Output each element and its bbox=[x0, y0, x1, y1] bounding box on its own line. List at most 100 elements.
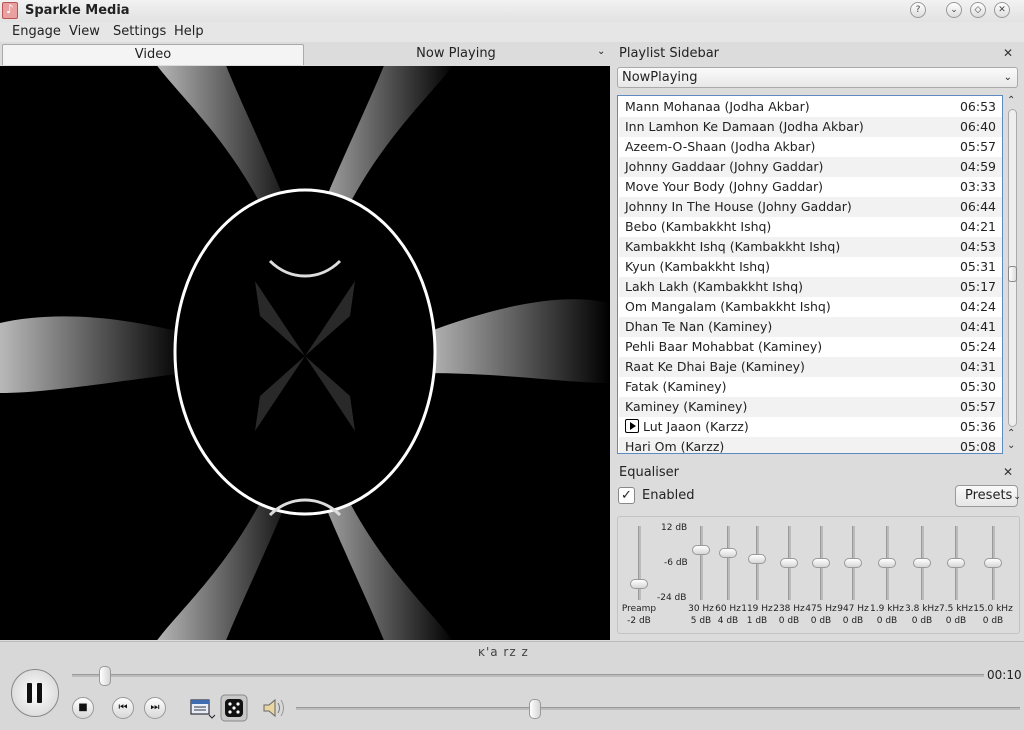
track-duration: 06:53 bbox=[959, 99, 996, 114]
menu-settings[interactable]: Settings bbox=[113, 24, 166, 39]
band-slider-handle[interactable] bbox=[719, 548, 737, 558]
band-slider-handle[interactable] bbox=[913, 558, 931, 568]
close-equaliser-icon[interactable]: ✕ bbox=[1003, 465, 1013, 479]
help-icon[interactable]: ? bbox=[910, 2, 926, 18]
track-duration: 05:36 bbox=[959, 419, 996, 434]
track-row-now-playing[interactable]: Lut Jaaon (Karzz) 05:36 bbox=[619, 417, 1002, 437]
track-duration: 04:24 bbox=[959, 299, 996, 314]
track-duration: 06:44 bbox=[959, 199, 996, 214]
track-row[interactable]: Raat Ke Dhai Baje (Kaminey) 04:31 bbox=[619, 357, 1002, 377]
track-duration: 05:31 bbox=[959, 259, 996, 274]
position-slider-handle[interactable] bbox=[99, 666, 111, 686]
track-duration: 04:59 bbox=[959, 159, 996, 174]
preamp-gain: -2 dB bbox=[627, 616, 651, 626]
equaliser-enabled-checkbox[interactable]: ✓ bbox=[618, 487, 635, 504]
track-duration: 05:57 bbox=[959, 399, 996, 414]
scrollbar-thumb[interactable] bbox=[1008, 266, 1017, 282]
position-slider[interactable] bbox=[72, 674, 984, 677]
video-visualization[interactable] bbox=[0, 66, 610, 640]
menu-engage[interactable]: Engage bbox=[12, 24, 61, 39]
track-row[interactable]: Bebo (Kambakkht Ishq) 04:21 bbox=[619, 217, 1002, 237]
track-title: Johnny Gaddaar (Johny Gaddar) bbox=[625, 159, 824, 174]
track-title: Fatak (Kaminey) bbox=[625, 379, 727, 394]
track-row[interactable]: Dhan Te Nan (Kaminey) 04:41 bbox=[619, 317, 1002, 337]
shuffle-dice-icon[interactable] bbox=[220, 694, 248, 725]
track-row[interactable]: Hari Om (Karzz) 05:08 bbox=[619, 437, 1002, 454]
track-duration: 06:40 bbox=[959, 119, 996, 134]
track-title: Dhan Te Nan (Kaminey) bbox=[625, 319, 773, 334]
scroll-up-icon[interactable]: ⌃ bbox=[1007, 95, 1015, 106]
track-row[interactable]: Kaminey (Kaminey) 05:57 bbox=[619, 397, 1002, 417]
band-frequency-label: 15.0 kHz bbox=[973, 604, 1013, 614]
volume-icon[interactable] bbox=[262, 697, 286, 722]
track-row[interactable]: Mann Mohanaa (Jodha Akbar) 06:53 bbox=[619, 97, 1002, 117]
track-duration: 05:08 bbox=[959, 439, 996, 454]
next-button[interactable]: ⏭ bbox=[144, 697, 166, 719]
equaliser-title: Equaliser bbox=[619, 465, 680, 480]
menu-view[interactable]: View bbox=[69, 24, 100, 39]
track-duration: 05:17 bbox=[959, 279, 996, 294]
band-slider-track[interactable] bbox=[700, 526, 703, 600]
window-title: Sparkle Media bbox=[25, 3, 130, 18]
band-slider-handle[interactable] bbox=[780, 558, 798, 568]
track-row[interactable]: Pehli Baar Mohabbat (Kaminey) 05:24 bbox=[619, 337, 1002, 357]
previous-button[interactable]: ⏮ bbox=[112, 697, 134, 719]
track-row[interactable]: Om Mangalam (Kambakkht Ishq) 04:24 bbox=[619, 297, 1002, 317]
band-slider-handle[interactable] bbox=[692, 545, 710, 555]
track-row[interactable]: Inn Lamhon Ke Damaan (Jodha Akbar) 06:40 bbox=[619, 117, 1002, 137]
scale-bottom-label: -24 dB bbox=[657, 593, 687, 603]
band-slider-handle[interactable] bbox=[984, 558, 1002, 568]
stop-button[interactable]: ■ bbox=[72, 697, 94, 719]
volume-slider-handle[interactable] bbox=[529, 699, 541, 719]
track-title: Om Mangalam (Kambakkht Ishq) bbox=[625, 299, 831, 314]
track-row[interactable]: Move Your Body (Johny Gaddar) 03:33 bbox=[619, 177, 1002, 197]
band-slider-handle[interactable] bbox=[748, 554, 766, 564]
track-duration: 04:53 bbox=[959, 239, 996, 254]
maximize-icon[interactable]: ◇ bbox=[970, 2, 986, 18]
playlist-toggle-icon[interactable] bbox=[190, 696, 216, 723]
track-row[interactable]: Johnny In The House (Johny Gaddar) 06:44 bbox=[619, 197, 1002, 217]
band-gain-label: 0 dB bbox=[982, 616, 1004, 626]
elapsed-time: 00:10 bbox=[987, 668, 1022, 682]
scale-mid-label: -6 dB bbox=[664, 558, 688, 568]
scroll-up-icon[interactable]: ⌃ bbox=[1007, 428, 1015, 439]
track-title: Hari Om (Karzz) bbox=[625, 439, 725, 454]
now-playing-icon bbox=[625, 419, 639, 433]
track-row[interactable]: Johnny Gaddaar (Johny Gaddar) 04:59 bbox=[619, 157, 1002, 177]
track-title: Bebo (Kambakkht Ishq) bbox=[625, 219, 772, 234]
tabs-chevron-down-icon[interactable]: ⌄ bbox=[597, 46, 605, 57]
close-playlist-icon[interactable]: ✕ bbox=[1003, 46, 1013, 60]
pause-button[interactable] bbox=[11, 669, 59, 717]
track-row[interactable]: Azeem-O-Shaan (Jodha Akbar) 05:57 bbox=[619, 137, 1002, 157]
band-slider-handle[interactable] bbox=[878, 558, 896, 568]
tab-video[interactable]: Video bbox=[2, 44, 304, 65]
close-window-icon[interactable]: ✕ bbox=[994, 2, 1010, 18]
track-title: Kambakkht Ishq (Kambakkht Ishq) bbox=[625, 239, 841, 254]
band-slider-handle[interactable] bbox=[812, 558, 830, 568]
scroll-down-icon[interactable]: ⌄ bbox=[1007, 440, 1015, 451]
playlist-select[interactable]: NowPlaying ⌄ bbox=[617, 67, 1018, 88]
presets-button[interactable]: Presets⌄ bbox=[955, 485, 1021, 507]
preamp-slider-handle[interactable] bbox=[630, 579, 648, 589]
band-slider-handle[interactable] bbox=[947, 558, 965, 568]
track-title: Kaminey (Kaminey) bbox=[625, 399, 748, 414]
visualization-graphic bbox=[0, 66, 610, 640]
scale-top-label: 12 dB bbox=[661, 523, 688, 533]
track-row[interactable]: Kambakkht Ishq (Kambakkht Ishq) 04:53 bbox=[619, 237, 1002, 257]
track-row[interactable]: Kyun (Kambakkht Ishq) 05:31 bbox=[619, 257, 1002, 277]
track-title: Kyun (Kambakkht Ishq) bbox=[625, 259, 770, 274]
tab-now-playing[interactable]: Now Playing bbox=[304, 44, 608, 65]
playlist-scrollbar[interactable]: ⌃ ⌃ ⌄ bbox=[1005, 95, 1019, 454]
menu-help[interactable]: Help bbox=[174, 24, 204, 39]
track-title: Lakh Lakh (Kambakkht Ishq) bbox=[625, 279, 804, 294]
volume-slider[interactable] bbox=[296, 707, 1020, 710]
minimize-icon[interactable]: ⌄ bbox=[946, 2, 962, 18]
band-slider-track[interactable] bbox=[727, 526, 730, 600]
scrollbar-track[interactable] bbox=[1008, 109, 1017, 427]
track-row[interactable]: Lakh Lakh (Kambakkht Ishq) 05:17 bbox=[619, 277, 1002, 297]
track-row[interactable]: Fatak (Kaminey) 05:30 bbox=[619, 377, 1002, 397]
playlist[interactable]: Mann Mohanaa (Jodha Akbar) 06:53 Inn Lamh… bbox=[617, 95, 1003, 454]
track-duration: 04:31 bbox=[959, 359, 996, 374]
track-duration: 05:30 bbox=[959, 379, 996, 394]
band-slider-handle[interactable] bbox=[844, 558, 862, 568]
